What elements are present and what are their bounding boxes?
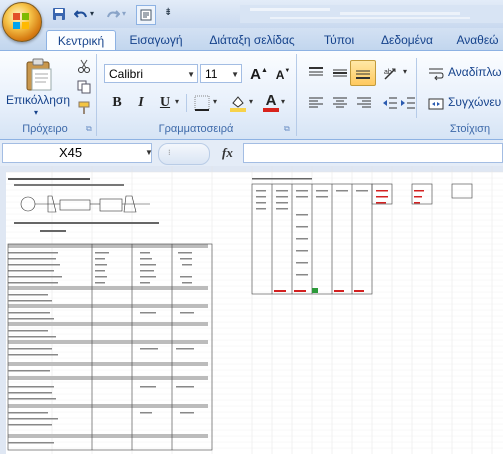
copy-icon[interactable] <box>74 77 94 97</box>
grow-font-label: A <box>250 66 261 83</box>
paste-icon <box>26 58 52 91</box>
undo-icon[interactable] <box>72 5 90 23</box>
cut-icon[interactable] <box>74 56 94 76</box>
fill-color-button[interactable] <box>226 92 250 114</box>
office-button[interactable] <box>2 2 42 42</box>
font-launcher-icon[interactable]: ⧉ <box>284 124 290 134</box>
font-color-button[interactable]: A <box>260 90 282 114</box>
undo-dropdown-icon[interactable]: ▾ <box>90 9 94 18</box>
sheet-canvas <box>0 166 503 454</box>
tab-page-layout[interactable]: Διάταξη σελίδας <box>200 30 304 50</box>
save-icon[interactable] <box>50 5 68 23</box>
font-color-swatch <box>263 107 279 112</box>
paste-button[interactable] <box>14 56 64 94</box>
format-painter-icon[interactable] <box>74 98 94 118</box>
align-top-button[interactable] <box>304 62 328 84</box>
formula-input[interactable] <box>243 143 503 163</box>
wrap-text-label[interactable]: Αναδίπλω <box>448 65 502 79</box>
spreadsheet-grid[interactable] <box>0 166 503 454</box>
office-logo-icon <box>13 13 29 29</box>
grip-icon: ⁝ <box>168 148 171 157</box>
shrink-arrow-icon: ▼ <box>284 67 291 74</box>
increase-indent-button[interactable] <box>398 92 418 114</box>
bold-button[interactable]: B <box>106 92 128 114</box>
align-left-button[interactable] <box>304 92 328 114</box>
align-bottom-icon <box>356 70 370 79</box>
group-separator <box>96 54 97 136</box>
decrease-indent-icon <box>383 97 397 109</box>
font-group-label: Γραμματοσειρά <box>158 123 234 135</box>
paste-label[interactable]: Επικόλληση <box>6 93 70 107</box>
alignment-group-label: Στοίχιση <box>449 123 491 135</box>
font-color-label: A <box>265 91 277 109</box>
borders-button[interactable] <box>190 92 214 114</box>
merge-center-label[interactable]: Συγχώνευ <box>448 95 501 109</box>
align-middle-icon <box>333 69 347 77</box>
divider <box>186 94 187 112</box>
underline-button[interactable]: U <box>154 92 176 114</box>
clipboard-group-label: Πρόχειρο <box>22 123 68 135</box>
grow-font-button[interactable]: A ▲ <box>248 64 270 85</box>
name-box[interactable]: X45 <box>2 143 152 163</box>
italic-button[interactable]: I <box>130 92 152 114</box>
font-name-combo[interactable]: Calibri ▼ <box>104 64 198 83</box>
orientation-icon: ab <box>384 68 396 80</box>
name-box-dropdown-icon[interactable]: ▼ <box>145 148 153 157</box>
font-size-value: 11 <box>205 67 218 81</box>
align-right-icon <box>357 97 371 108</box>
tab-data[interactable]: Δεδομένα <box>374 30 440 50</box>
print-preview-icon[interactable] <box>136 5 156 25</box>
align-left-icon <box>309 97 323 108</box>
merge-center-icon[interactable] <box>426 94 446 114</box>
fill-color-icon <box>230 96 246 112</box>
decrease-indent-button[interactable] <box>380 92 400 114</box>
grow-arrow-icon: ▲ <box>260 67 268 74</box>
customize-qat-icon[interactable]: ⇟ <box>164 7 172 18</box>
font-color-dropdown-icon[interactable]: ▾ <box>281 97 285 106</box>
group-separator <box>296 54 297 136</box>
tab-insert[interactable]: Εισαγωγή <box>124 30 188 50</box>
formula-bar-divider-handle[interactable] <box>158 143 210 165</box>
font-size-dropdown-icon[interactable]: ▼ <box>231 65 239 84</box>
clipboard-launcher-icon[interactable]: ⧉ <box>86 124 92 134</box>
fill-color-dropdown-icon[interactable]: ▾ <box>249 97 253 106</box>
increase-indent-icon <box>401 97 415 109</box>
font-name-value: Calibri <box>109 67 144 81</box>
align-middle-button[interactable] <box>328 62 352 84</box>
redo-dropdown-icon[interactable]: ▾ <box>122 9 126 18</box>
align-bottom-button[interactable] <box>350 60 376 86</box>
insert-function-button[interactable]: fx <box>222 145 233 161</box>
borders-icon <box>194 95 210 111</box>
svg-text:ab: ab <box>384 69 392 76</box>
shrink-font-button[interactable]: A ▼ <box>272 64 294 85</box>
font-name-dropdown-icon[interactable]: ▼ <box>187 65 195 84</box>
title-decoration <box>240 5 503 23</box>
redo-icon[interactable] <box>104 5 122 23</box>
tab-review[interactable]: Αναθεώ <box>452 30 503 50</box>
borders-dropdown-icon[interactable]: ▾ <box>213 97 217 106</box>
tab-home[interactable]: Κεντρική <box>46 30 116 51</box>
align-right-button[interactable] <box>352 92 376 114</box>
align-center-icon <box>333 97 347 108</box>
orientation-button[interactable]: ab <box>380 62 404 84</box>
tab-formulas[interactable]: Τύποι <box>314 30 364 50</box>
paste-dropdown-icon[interactable]: ▾ <box>34 108 38 117</box>
align-top-icon <box>309 67 323 76</box>
orientation-dropdown-icon[interactable]: ▾ <box>403 67 407 76</box>
wrap-text-icon[interactable] <box>426 64 446 84</box>
align-center-button[interactable] <box>328 92 352 114</box>
shrink-font-label: A <box>275 67 285 82</box>
underline-dropdown-icon[interactable]: ▾ <box>175 97 179 106</box>
font-size-combo[interactable]: 11 ▼ <box>200 64 242 83</box>
